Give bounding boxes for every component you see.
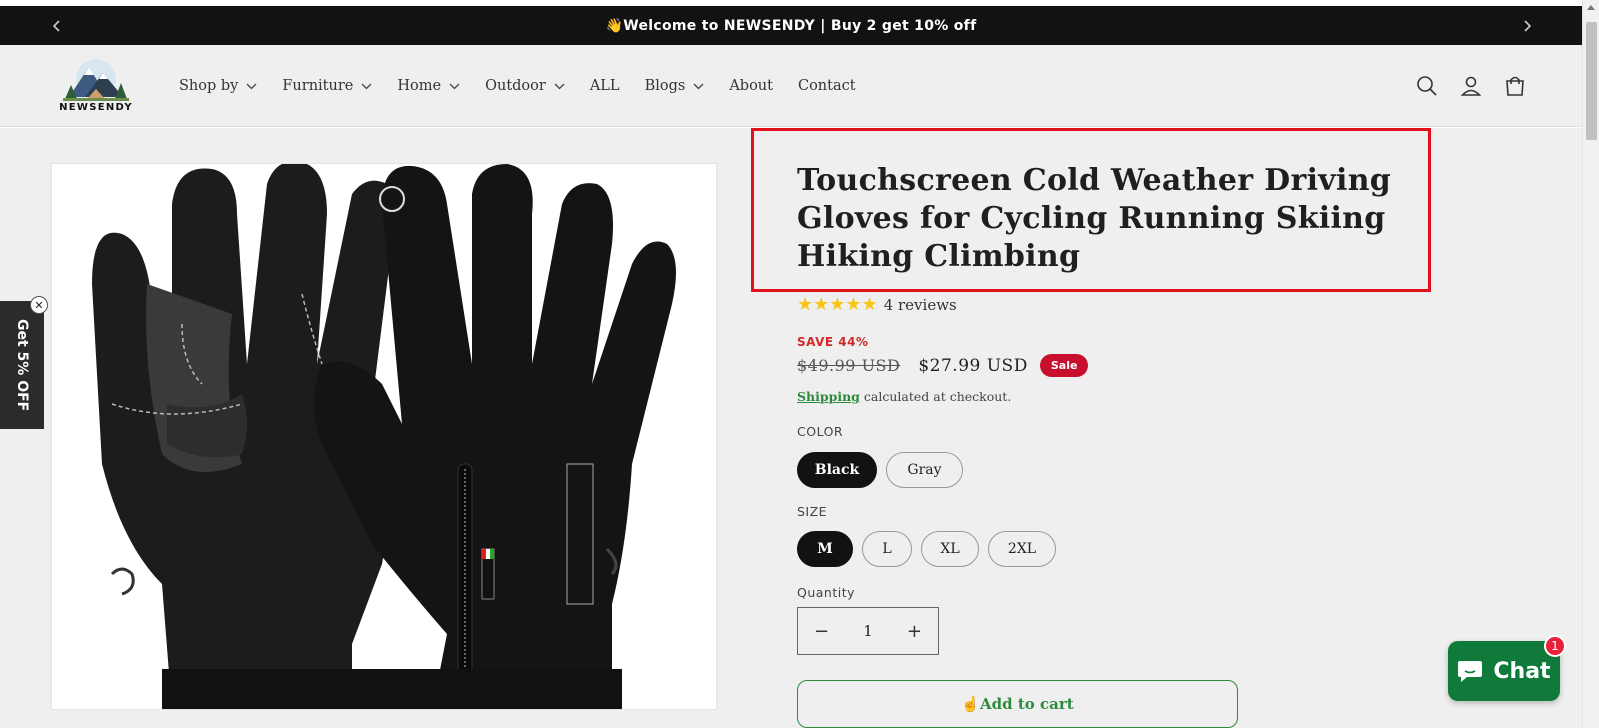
chevron-down-icon: [449, 83, 460, 89]
chat-notification-badge: 1: [1544, 635, 1566, 657]
size-options: M L XL 2XL: [797, 531, 1065, 567]
nav-item-home[interactable]: Home: [397, 78, 460, 94]
chat-bubble-icon: [1458, 661, 1483, 682]
nav-label: Home: [397, 78, 442, 94]
quantity-stepper: − 1 +: [797, 607, 939, 655]
quantity-decrease-button[interactable]: −: [814, 621, 829, 642]
nav-item-contact[interactable]: Contact: [798, 78, 856, 94]
product-image[interactable]: [51, 163, 717, 710]
nav-label: Blogs: [644, 78, 686, 94]
review-count: 4 reviews: [883, 295, 957, 314]
announcement-prev-icon[interactable]: [42, 6, 72, 45]
size-option-l[interactable]: L: [862, 531, 912, 567]
announcement-bar: 👋Welcome to NEWSENDY | Buy 2 get 10% off: [0, 6, 1582, 45]
chevron-down-icon: [361, 83, 372, 89]
nav-item-outdoor[interactable]: Outdoor: [485, 78, 565, 94]
regular-price: $49.99 USD: [797, 356, 901, 375]
color-label: COLOR: [797, 424, 844, 439]
chevron-down-icon: [554, 83, 565, 89]
announcement-next-icon[interactable]: [1512, 6, 1542, 45]
size-option-2xl[interactable]: 2XL: [988, 531, 1056, 567]
quantity-input[interactable]: 1: [863, 622, 873, 640]
nav-item-shop-by[interactable]: Shop by: [179, 78, 257, 94]
nav-label: About: [729, 78, 773, 94]
announcement-text: 👋Welcome to NEWSENDY | Buy 2 get 10% off: [605, 17, 977, 34]
scroll-up-icon[interactable]: [1587, 5, 1595, 10]
nav-item-all[interactable]: ALL: [590, 78, 620, 94]
header-icons: [1414, 73, 1546, 99]
quantity-label: Quantity: [797, 585, 856, 600]
nav-label: Outdoor: [485, 78, 546, 94]
search-icon[interactable]: [1414, 73, 1440, 99]
quantity-increase-button[interactable]: +: [907, 621, 922, 642]
discount-label: Get 5% OFF: [14, 318, 30, 412]
chat-label: Chat: [1493, 658, 1551, 684]
site-header: NEWSENDY Shop by Furniture Home Outdoor …: [0, 45, 1582, 127]
nav-label: Furniture: [282, 78, 354, 94]
add-to-cart-button[interactable]: ☝Add to cart: [797, 680, 1238, 728]
scrollbar-thumb[interactable]: [1586, 22, 1597, 140]
gloves-image: [52, 164, 716, 709]
color-options: Black Gray: [797, 452, 972, 488]
star-rating-icon: ★★★★★: [797, 294, 878, 315]
main-nav: Shop by Furniture Home Outdoor ALL Blogs…: [179, 45, 881, 127]
chevron-down-icon: [693, 83, 704, 89]
sale-badge: Sale: [1039, 354, 1089, 377]
price-row: $49.99 USD $27.99 USD Sale: [797, 354, 1089, 377]
chevron-down-icon: [246, 83, 257, 89]
save-percent: SAVE 44%: [797, 335, 869, 349]
page-scrollbar[interactable]: [1582, 0, 1599, 728]
nav-label: Contact: [797, 78, 856, 94]
chat-button[interactable]: Chat: [1448, 641, 1560, 701]
cart-icon[interactable]: [1502, 73, 1528, 99]
color-option-black[interactable]: Black: [797, 452, 877, 488]
nav-item-furniture[interactable]: Furniture: [282, 78, 372, 94]
shipping-text: calculated at checkout.: [859, 389, 1012, 404]
nav-label: ALL: [589, 78, 620, 94]
shipping-note: Shipping calculated at checkout.: [797, 389, 1011, 404]
size-option-xl[interactable]: XL: [921, 531, 979, 567]
close-icon[interactable]: ✕: [30, 296, 48, 314]
discount-side-tab[interactable]: Get 5% OFF: [0, 301, 44, 429]
logo[interactable]: NEWSENDY: [55, 57, 137, 117]
brand-name: NEWSENDY: [59, 102, 133, 113]
shipping-link[interactable]: Shipping: [797, 389, 860, 404]
logo-mountain-icon: [63, 59, 129, 101]
sale-price: $27.99 USD: [918, 355, 1028, 376]
color-option-gray[interactable]: Gray: [886, 452, 963, 488]
account-icon[interactable]: [1458, 73, 1484, 99]
product-rating[interactable]: ★★★★★ 4 reviews: [797, 294, 957, 315]
nav-item-about[interactable]: About: [729, 78, 773, 94]
nav-item-blogs[interactable]: Blogs: [645, 78, 705, 94]
nav-label: Shop by: [179, 78, 239, 94]
size-label: SIZE: [797, 504, 828, 519]
size-option-m[interactable]: M: [797, 531, 853, 567]
product-title: Touchscreen Cold Weather Driving Gloves …: [797, 163, 1392, 274]
